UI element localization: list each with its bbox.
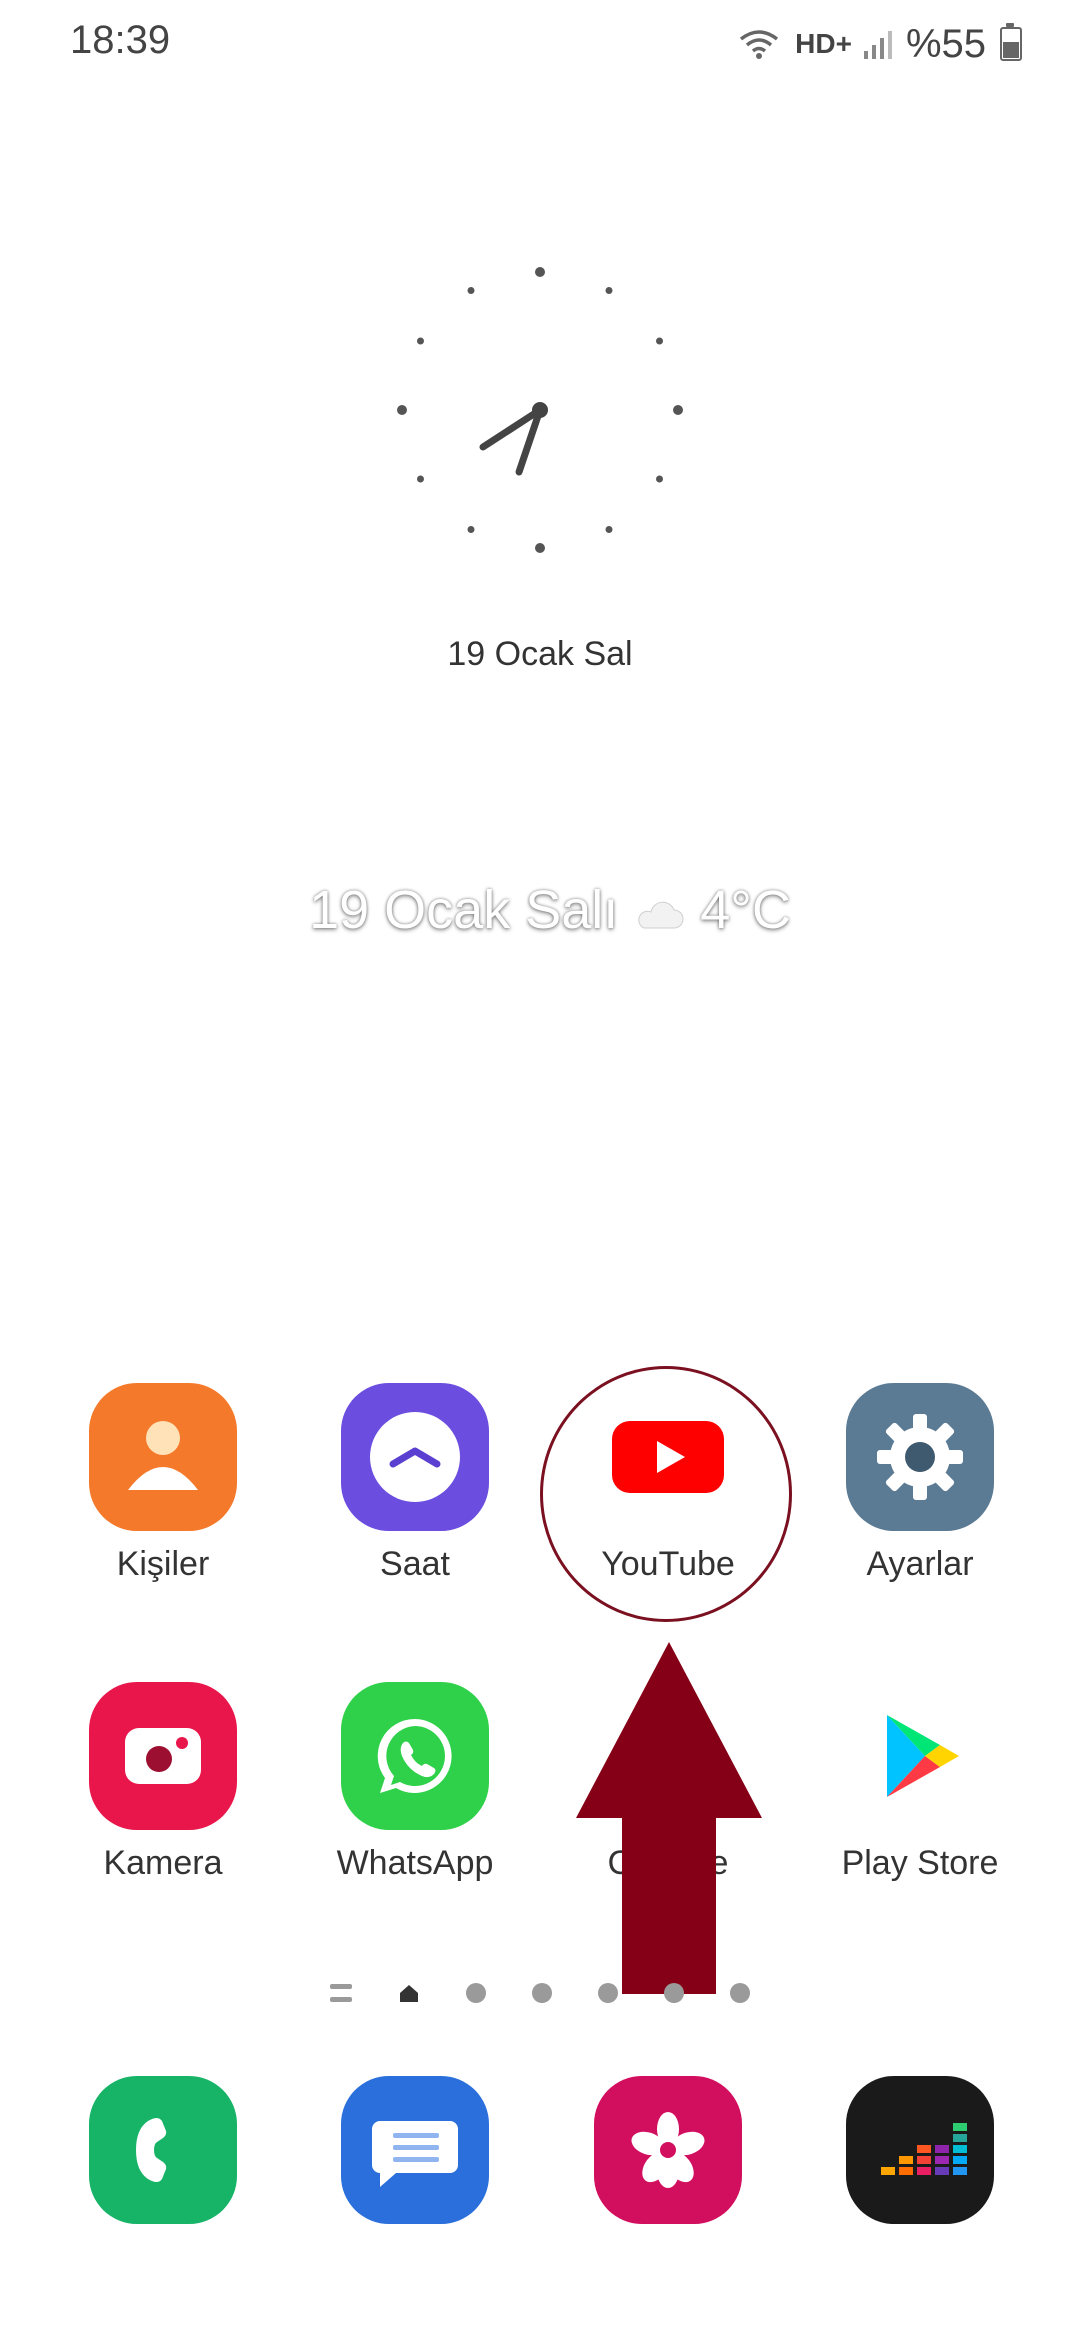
app-label: Kamera — [103, 1844, 223, 1882]
app-label: WhatsApp — [336, 1844, 494, 1882]
app-kamera[interactable]: Kamera — [53, 1682, 273, 1883]
app-chrome[interactable]: Chrome — [558, 1682, 778, 1883]
dock-phone[interactable] — [89, 2076, 237, 2224]
app-label: Saat — [380, 1545, 450, 1583]
overlay-date: 19 Ocak Salı — [309, 880, 619, 940]
status-time: 18:39 — [70, 18, 171, 62]
analog-clock[interactable] — [370, 240, 710, 580]
status-icons: HD+ %55 — [737, 18, 1022, 70]
app-label: Play Store — [841, 1844, 999, 1882]
clock-hour-dot — [467, 286, 475, 294]
app-ayarlar[interactable]: Ayarlar — [810, 1383, 1030, 1584]
battery-icon — [1000, 23, 1022, 61]
person-icon — [89, 1383, 237, 1531]
battery-percent: %55 — [905, 21, 986, 66]
clock-hour-dot — [656, 337, 664, 345]
app-saat[interactable]: Saat — [305, 1383, 525, 1584]
clock-hour-dot — [605, 286, 613, 294]
clock-hour-dot — [397, 405, 407, 415]
app-whatsapp[interactable]: WhatsApp — [305, 1682, 525, 1883]
app-play-store[interactable]: Play Store — [810, 1682, 1030, 1883]
wifi-icon — [740, 30, 779, 59]
clock-hour-dot — [416, 475, 424, 483]
dock-deezer[interactable] — [846, 2076, 994, 2224]
app-kisiler[interactable]: Kişiler — [53, 1383, 273, 1584]
clock-app-icon — [341, 1383, 489, 1531]
clock-hour-dot — [673, 405, 683, 415]
cloud-moon-icon — [638, 892, 684, 929]
app-label: Kişiler — [116, 1545, 210, 1583]
app-youtube[interactable]: YouTube — [558, 1383, 778, 1584]
dock-gallery[interactable] — [594, 2076, 742, 2224]
camera-icon — [89, 1682, 237, 1830]
clock-hour-dot — [467, 526, 475, 534]
messages-icon — [372, 2121, 458, 2187]
deezer-icon — [881, 2123, 967, 2175]
dock-messages[interactable] — [341, 2076, 489, 2224]
date-weather-overlay: 19 Ocak Salı 4°C — [300, 880, 800, 940]
page-indicator[interactable] — [330, 1978, 750, 2008]
overlay-temperature: 4°C — [700, 880, 791, 940]
clock-hour-dot — [535, 543, 545, 553]
clock-center — [532, 402, 548, 418]
apps-menu-icon[interactable] — [330, 1984, 352, 2002]
youtube-icon — [594, 1383, 742, 1531]
whatsapp-icon — [341, 1682, 489, 1830]
clock-hour-dot — [605, 526, 613, 534]
app-label: Ayarlar — [866, 1545, 974, 1583]
clock-hour-dot — [656, 475, 664, 483]
gear-icon — [846, 1383, 994, 1531]
gallery-icon — [631, 2112, 705, 2188]
page-dot[interactable] — [466, 1983, 486, 2003]
app-label: Chrome — [607, 1844, 729, 1882]
network-type: HD+ — [795, 28, 852, 59]
phone-icon — [136, 2118, 167, 2182]
clock-hour-dot — [535, 267, 545, 277]
play-store-icon — [846, 1682, 994, 1830]
page-dot[interactable] — [598, 1983, 618, 2003]
home-page-icon[interactable] — [398, 1982, 420, 2004]
page-dot[interactable] — [664, 1983, 684, 2003]
clock-widget-date: 19 Ocak Sal — [447, 635, 633, 673]
page-dot[interactable] — [730, 1983, 750, 2003]
chrome-icon — [594, 1682, 742, 1830]
app-label: YouTube — [601, 1545, 735, 1583]
clock-hour-dot — [416, 337, 424, 345]
page-dot[interactable] — [532, 1983, 552, 2003]
signal-icon — [863, 31, 892, 59]
